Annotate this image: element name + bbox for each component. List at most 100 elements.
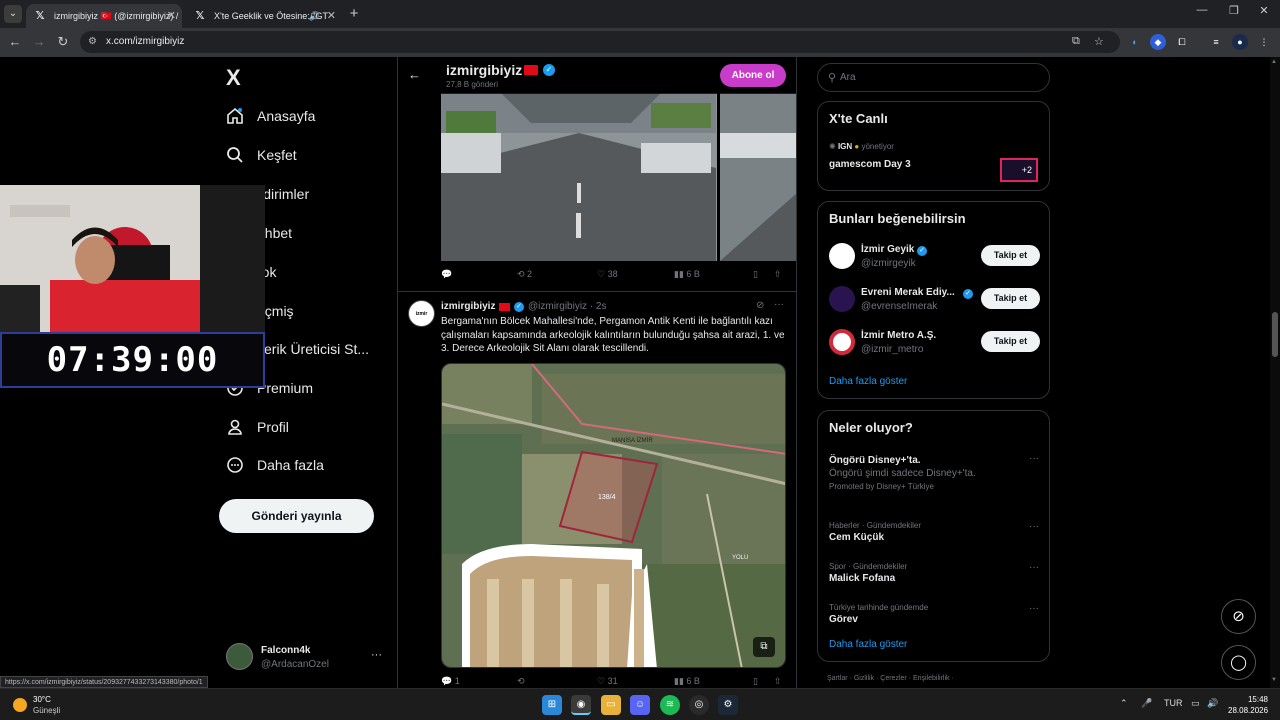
minimize-button[interactable]: — [1192,4,1212,16]
show-more-link[interactable]: Daha fazla göster [829,639,907,650]
reply-icon[interactable]: 💬 [441,269,452,280]
input-language[interactable]: TUR [1164,698,1183,708]
suggestion-handle: @izmir_metro [861,344,924,355]
nav-item-home[interactable]: Anasayfa [226,100,396,132]
reading-list-icon[interactable]: ≡ [1208,34,1224,50]
reply-button[interactable]: 💬 1 [441,676,460,687]
retweet-button[interactable]: ⟲ 2 [517,269,532,280]
views-button[interactable]: ▮▮ 6 B [674,269,700,280]
trends-card: Neler oluyor? Öngörü Disney+'ta. Öngörü … [817,410,1050,662]
discord-icon[interactable]: ☺ [630,695,650,715]
share-icon[interactable]: ⇧ [774,676,782,687]
trend-item[interactable]: Türkiye tarihinde gündemde Görev ··· [829,603,1039,625]
messages-fab-button[interactable]: ◯ [1221,645,1256,680]
aerial-map-photo: MANİSA İZMİR 138/4 YOLU [442,364,785,667]
trend-item[interactable]: Öngörü Disney+'ta. Öngörü şimdi sadece D… [829,453,1039,491]
maximize-button[interactable]: ❐ [1224,4,1244,17]
site-info-icon[interactable]: ⚙ [88,36,100,48]
live-host[interactable]: ✺ IGN ● yönetiyor [829,142,894,151]
tweet-media-map[interactable]: MANİSA İZMİR 138/4 YOLU ⧉ [441,363,786,668]
reload-button[interactable]: ↻ [53,33,73,51]
post-button[interactable]: Gönderi yayınla [219,499,374,533]
bookmark-icon[interactable]: ▯ [753,676,758,687]
system-clock[interactable]: 15:48 28.08.2026 [1228,694,1268,716]
bookmark-icon[interactable]: ▯ [753,269,758,280]
scroll-down-icon[interactable]: ▼ [1271,677,1277,683]
spotify-icon[interactable]: ≋ [660,695,680,715]
suggestion-item[interactable]: İzmir Metro A.Ş. @izmir_metro Takip et [829,329,1040,359]
display-icon[interactable]: ▭ [1191,698,1200,709]
retweet-icon[interactable]: ⟲ [517,676,525,687]
chrome-icon[interactable]: ◉ [571,695,591,715]
scroll-up-icon[interactable]: ▲ [1271,59,1277,65]
tweet-handle-time[interactable]: @izmirgibiyiz · 2s [528,301,607,312]
more-options-icon[interactable]: ··· [1029,453,1039,464]
tweet-media-parking[interactable] [441,93,796,261]
x-logo-icon[interactable]: X [226,65,241,91]
profile-avatar-icon[interactable]: ● [1232,34,1248,50]
extension-blue-icon[interactable]: ◆ [1150,34,1166,50]
trend-item[interactable]: Spor · Gündemdekiler Malick Fofana ··· [829,562,1039,584]
follow-button[interactable]: Takip et [981,245,1040,266]
tab-search-button[interactable]: ⌄ [4,5,22,23]
more-options-icon[interactable]: ··· [1029,562,1039,573]
tab-izmirgibiyiz[interactable]: 𝕏 izmirgibiyiz 🇹🇷 (@izmirgibiyiz) / ✕ [26,4,182,28]
close-tab-icon[interactable]: ✕ [167,4,176,28]
trend-item[interactable]: Haberler · Gündemdekiler Cem Küçük ··· [829,521,1039,543]
forward-button[interactable]: → [29,33,49,51]
more-options-icon[interactable]: ··· [1029,521,1039,532]
nav-item-profile[interactable]: Profil [226,411,396,443]
more-options-icon[interactable]: ··· [774,299,784,310]
like-button[interactable]: ♡ 38 [597,269,618,280]
steam-icon[interactable]: ⚙ [718,695,738,715]
new-tab-button[interactable]: + [346,5,362,23]
tweet-author-name[interactable]: izmirgibiyiz [441,301,495,312]
suggestion-item[interactable]: İzmir Geyik ✓ @izmirgeyik Takip et [829,243,1040,273]
live-event-title[interactable]: gamescom Day 3 [829,159,911,170]
like-button[interactable]: ♡ 31 [597,676,618,687]
follow-button[interactable]: Takip et [981,331,1040,352]
sun-icon[interactable] [13,698,27,712]
account-switcher[interactable]: Falconn4k @ArdacanOzel ··· [226,643,386,673]
scroll-thumb[interactable] [1272,312,1278,357]
share-icon[interactable]: ⇧ [774,269,782,280]
grok-fab-button[interactable]: ⊘ [1221,599,1256,634]
more-options-icon[interactable]: ··· [1029,603,1039,614]
browser-menu-icon[interactable]: ⋮ [1256,34,1272,50]
obs-icon[interactable]: ◎ [689,695,709,715]
nav-item-explore[interactable]: Keşfet [226,139,396,171]
tab-geeklik[interactable]: 𝕏 X'te Geeklik ve Ötesine: "GT 🔊 ✕ [186,4,342,28]
views-button[interactable]: ▮▮ 6 B [674,676,700,687]
live-participants-badge[interactable]: +2 [1000,158,1038,182]
bookmark-star-icon[interactable]: ☆ [1094,35,1104,48]
avatar[interactable]: izmir [408,300,435,327]
follow-button[interactable]: Takip et [981,288,1040,309]
install-app-icon[interactable]: ⧉ [1072,35,1080,48]
nav-item-more[interactable]: Daha fazla [226,449,396,481]
microphone-icon[interactable]: 🎤 [1141,698,1152,709]
search-input[interactable]: ⚲ Ara [817,63,1050,92]
suggestion-item[interactable]: Evreni Merak Ediy... ✓ @evrenseImerak Ta… [829,286,1040,316]
tweet-divider [398,291,796,292]
grok-icon[interactable]: ⊘ [756,300,764,311]
windows-start-icon[interactable]: ⊞ [542,695,562,715]
close-window-button[interactable]: ✕ [1254,4,1274,17]
close-tab-icon[interactable]: ✕ [327,4,336,28]
show-more-link[interactable]: Daha fazla göster [829,376,907,387]
volume-icon[interactable]: 🔊 [1207,698,1218,709]
file-explorer-icon[interactable]: ▭ [601,695,621,715]
account-more-icon[interactable]: ··· [371,649,382,661]
back-arrow-icon[interactable]: ← [408,67,421,82]
extensions-puzzle-icon[interactable]: ⧠ [1174,34,1190,50]
clock-date: 28.08.2026 [1228,706,1269,715]
tray-chevron-icon[interactable]: ⌃ [1120,698,1128,709]
page-scrollbar[interactable]: ▲ ▼ [1270,57,1280,688]
back-button[interactable]: ← [5,33,25,51]
subscribe-button[interactable]: Abone ol [720,64,786,87]
suggestion-handle: @izmirgeyik [861,258,916,269]
footer-links[interactable]: Şartlar · Gizlilik · Çerezler · Erişileb… [827,675,954,682]
extension-audio-icon[interactable]: ◖ [1126,34,1142,50]
address-bar[interactable]: ⚙ x.com/izmirgibiyiz ⧉ ☆ [80,31,1120,53]
image-options-icon[interactable]: ⧉ [753,637,775,657]
speaker-icon[interactable]: 🔊 [309,4,320,28]
